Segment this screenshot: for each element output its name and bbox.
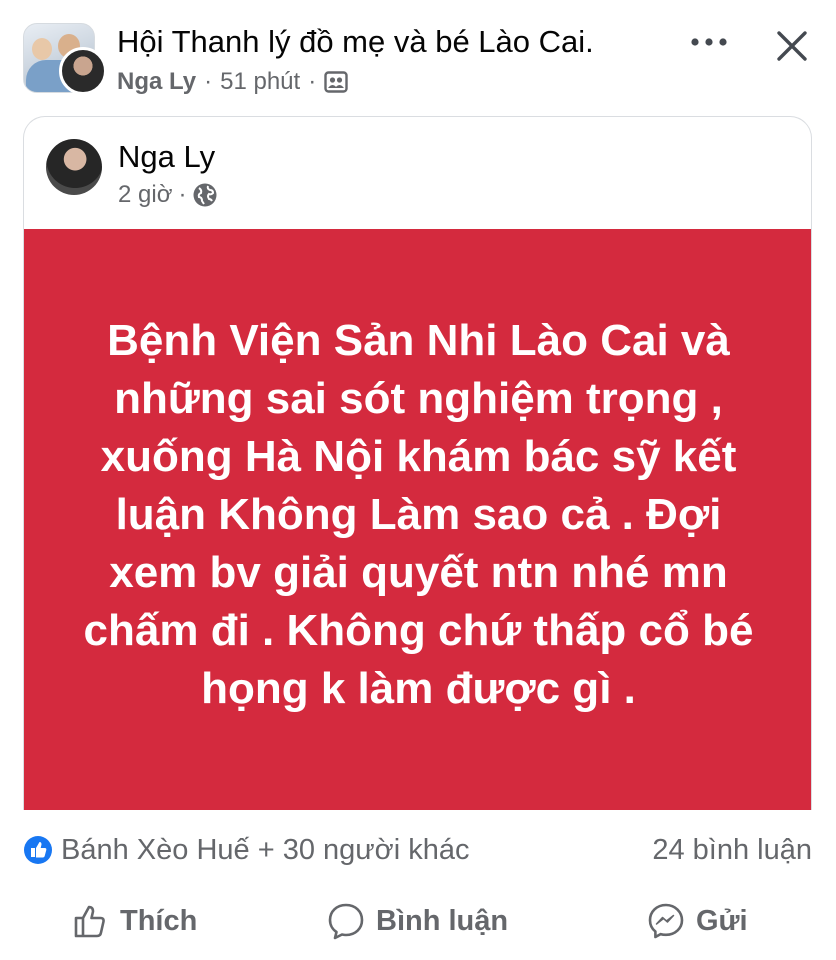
comment-button[interactable]: Bình luận — [326, 896, 508, 946]
shared-post-time[interactable]: 2 giờ — [118, 179, 172, 211]
globe-icon — [193, 183, 217, 207]
reactors-text[interactable]: Bánh Xèo Huế + 30 người khác — [61, 834, 652, 867]
shared-author-avatar[interactable] — [46, 139, 102, 195]
like-button[interactable]: Thích — [72, 896, 197, 946]
like-label: Thích — [120, 904, 198, 937]
group-members-icon — [324, 71, 348, 93]
send-label: Gửi — [696, 904, 748, 937]
shared-post-card[interactable]: Nga Ly 2 giờ · Bệnh Viện Sản Nhi Lào Cai… — [23, 116, 812, 810]
shared-post-meta: 2 giờ · — [118, 179, 218, 211]
comment-label: Bình luận — [376, 904, 509, 937]
thumbs-up-icon — [74, 905, 105, 938]
more-horizontal-icon[interactable] — [688, 30, 730, 54]
meta-separator: · — [178, 181, 187, 208]
like-icon[interactable] — [23, 835, 53, 865]
close-icon[interactable] — [772, 26, 812, 66]
post-time[interactable]: 51 phút — [220, 66, 300, 98]
post-actions: Thích Bình luận Gửi — [0, 896, 836, 946]
meta-separator: · — [204, 68, 213, 95]
post-header: Hội Thanh lý đồ mẹ và bé Lào Cai. Nga Ly… — [0, 0, 836, 110]
post-meta: Nga Ly · 51 phút · — [117, 66, 348, 98]
group-name[interactable]: Hội Thanh lý đồ mẹ và bé Lào Cai. — [117, 22, 594, 62]
author-avatar[interactable] — [59, 47, 107, 95]
post-text-background: Bệnh Viện Sản Nhi Lào Cai và những sai s… — [24, 229, 811, 810]
shared-post-author[interactable]: Nga Ly — [118, 137, 215, 177]
send-button[interactable]: Gửi — [646, 896, 748, 946]
reactions-summary: Bánh Xèo Huế + 30 người khác 24 bình luậ… — [23, 832, 812, 868]
meta-separator: · — [308, 68, 317, 95]
group-avatar[interactable] — [23, 23, 109, 95]
post-text: Bệnh Viện Sản Nhi Lào Cai và những sai s… — [83, 316, 754, 713]
comment-count[interactable]: 24 bình luận — [652, 834, 812, 867]
post-author[interactable]: Nga Ly — [117, 66, 196, 98]
comment-icon — [328, 903, 364, 940]
messenger-icon — [648, 903, 684, 939]
